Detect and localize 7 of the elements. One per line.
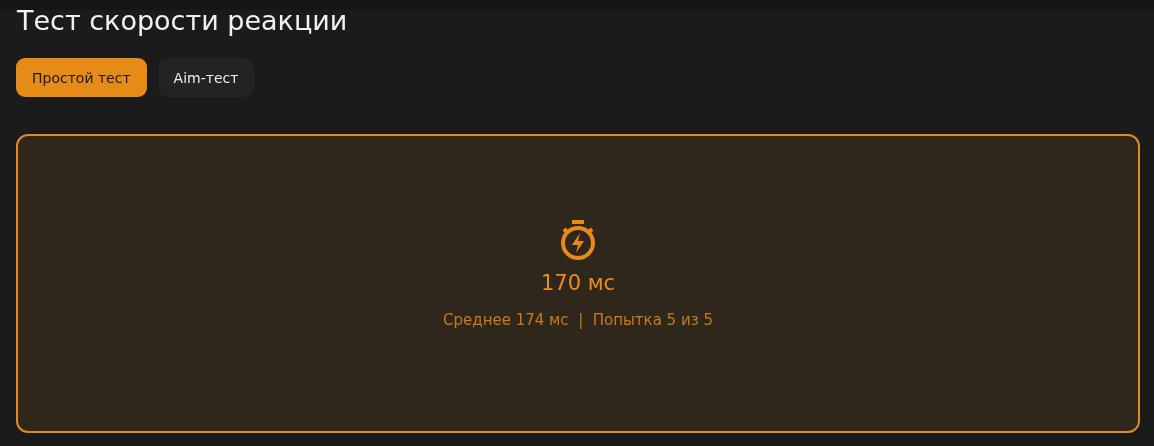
test-tab[interactable]: Aim-тест: [157, 58, 255, 97]
reaction-time: 170 мс: [540, 271, 616, 295]
stopwatch-icon: [559, 219, 597, 261]
test-tab[interactable]: Простой тест: [16, 58, 147, 97]
page-title: Тест скорости реакции: [16, 10, 349, 38]
attempt-summary: Среднее 174 мс | Попытка 5 из 5: [443, 311, 713, 329]
test-panel[interactable]: 170 мс Среднее 174 мс | Попытка 5 из 5: [16, 134, 1140, 433]
